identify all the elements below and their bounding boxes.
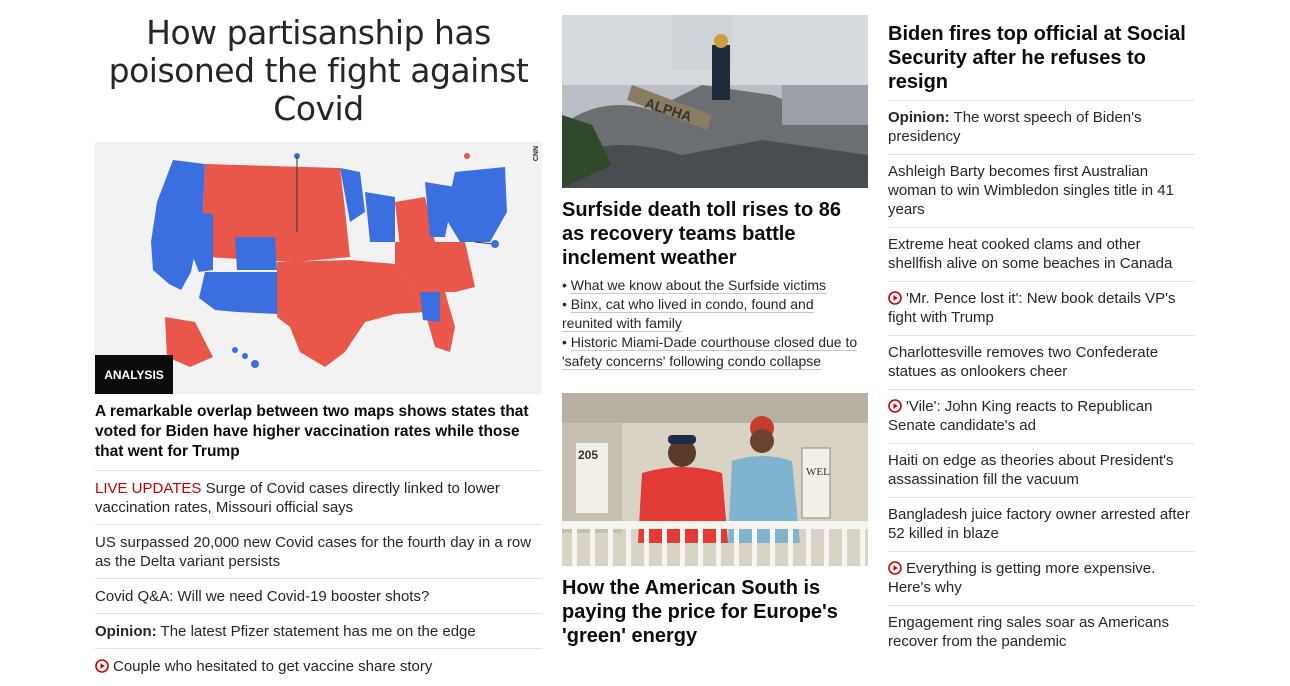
list-item[interactable]: Engagement ring sales soar as Americans …	[888, 606, 1195, 659]
opinion-label: Opinion:	[888, 109, 950, 126]
list-item-text: The latest Pfizer statement has me on th…	[156, 623, 476, 640]
column-headline[interactable]: Biden fires top official at Social Secur…	[888, 22, 1195, 101]
list-item-text: Engagement ring sales soar as Americans …	[888, 614, 1169, 650]
list-item-text: Ashleigh Barty becomes first Australian …	[888, 163, 1174, 218]
video-play-icon	[888, 561, 902, 575]
lead-caption[interactable]: A remarkable overlap between two maps sh…	[95, 402, 542, 471]
south-energy-headline[interactable]: How the American South is paying the pri…	[562, 576, 868, 648]
surfside-bullets: • What we know about the Surfside victim…	[562, 276, 868, 371]
list-item[interactable]: 'Mr. Pence lost it': New book details VP…	[888, 282, 1195, 336]
bullet-link[interactable]: Binx, cat who lived in condo, found and …	[562, 296, 814, 332]
list-item[interactable]: Opinion: The worst speech of Biden's pre…	[888, 101, 1195, 155]
list-item[interactable]: Haiti on edge as theories about Presiden…	[888, 444, 1195, 498]
bullet-item: • Binx, cat who lived in condo, found an…	[562, 296, 814, 332]
list-item-text: Bangladesh juice factory owner arrested …	[888, 506, 1190, 542]
list-item[interactable]: 'Vile': John King reacts to Republican S…	[888, 390, 1195, 444]
main-headline[interactable]: How partisanship has poisoned the fight …	[95, 14, 542, 132]
opinion-label: Opinion:	[95, 623, 157, 640]
list-item-text: Haiti on edge as theories about Presiden…	[888, 452, 1174, 488]
list-item[interactable]: Couple who hesitated to get vaccine shar…	[95, 649, 542, 683]
analysis-badge: ANALYSIS	[95, 355, 173, 394]
list-item[interactable]: LIVE UPDATES Surge of Covid cases direct…	[95, 471, 542, 525]
video-play-icon	[888, 291, 902, 305]
list-item-text: Everything is getting more expensive. He…	[888, 560, 1156, 596]
live-updates-label: LIVE UPDATES	[95, 480, 202, 497]
headlines-list: Opinion: The worst speech of Biden's pre…	[888, 101, 1195, 659]
list-item[interactable]: Everything is getting more expensive. He…	[888, 552, 1195, 606]
list-item-text: Covid Q&A: Will we need Covid-19 booster…	[95, 588, 430, 605]
list-item-text: Charlottesville removes two Confederate …	[888, 344, 1159, 380]
list-item[interactable]: Extreme heat cooked clams and other shel…	[888, 228, 1195, 282]
list-item[interactable]: Bangladesh juice factory owner arrested …	[888, 498, 1195, 552]
house-number: 205	[578, 448, 598, 462]
list-item[interactable]: US surpassed 20,000 new Covid cases for …	[95, 525, 542, 579]
election-map-image[interactable]: CNN ANALYSIS	[95, 142, 542, 394]
bullet-link[interactable]: What we know about the Surfside victims	[570, 277, 827, 294]
porch-photo[interactable]: 205 WEL	[562, 393, 868, 566]
surfside-headline[interactable]: Surfside death toll rises to 86 as recov…	[562, 198, 868, 270]
list-item[interactable]: Covid Q&A: Will we need Covid-19 booster…	[95, 579, 542, 614]
list-item-text: Couple who hesitated to get vaccine shar…	[113, 658, 433, 675]
list-item-text: Extreme heat cooked clams and other shel…	[888, 236, 1173, 272]
related-list: LIVE UPDATES Surge of Covid cases direct…	[95, 471, 542, 683]
list-item[interactable]: Charlottesville removes two Confederate …	[888, 336, 1195, 390]
list-item[interactable]: Opinion: The latest Pfizer statement has…	[95, 614, 542, 649]
rubble-image: ALPHA	[562, 15, 868, 188]
video-play-icon	[95, 659, 109, 673]
secondary-story-column: ALPHA Surfside death toll rises to 86 as…	[562, 15, 868, 648]
cnn-watermark: CNN	[533, 146, 540, 162]
list-item[interactable]: Ashleigh Barty becomes first Australian …	[888, 155, 1195, 228]
main-story-column: How partisanship has poisoned the fight …	[95, 14, 542, 683]
bullet-item: • Historic Miami-Dade courthouse closed …	[562, 334, 858, 370]
list-item-text: US surpassed 20,000 new Covid cases for …	[95, 534, 532, 570]
welcome-sign: WEL	[806, 466, 830, 478]
bullet-item: • What we know about the Surfside victim…	[562, 277, 827, 294]
video-play-icon	[888, 399, 902, 413]
list-item-text: 'Vile': John King reacts to Republican S…	[888, 398, 1153, 434]
list-item-text: 'Mr. Pence lost it': New book details VP…	[888, 290, 1176, 326]
bullet-link[interactable]: Historic Miami-Dade courthouse closed du…	[562, 334, 858, 370]
couple-on-porch-image: 205 WEL	[562, 393, 868, 566]
surfside-photo[interactable]: ALPHA	[562, 15, 868, 188]
headlines-column: Biden fires top official at Social Secur…	[888, 22, 1195, 659]
